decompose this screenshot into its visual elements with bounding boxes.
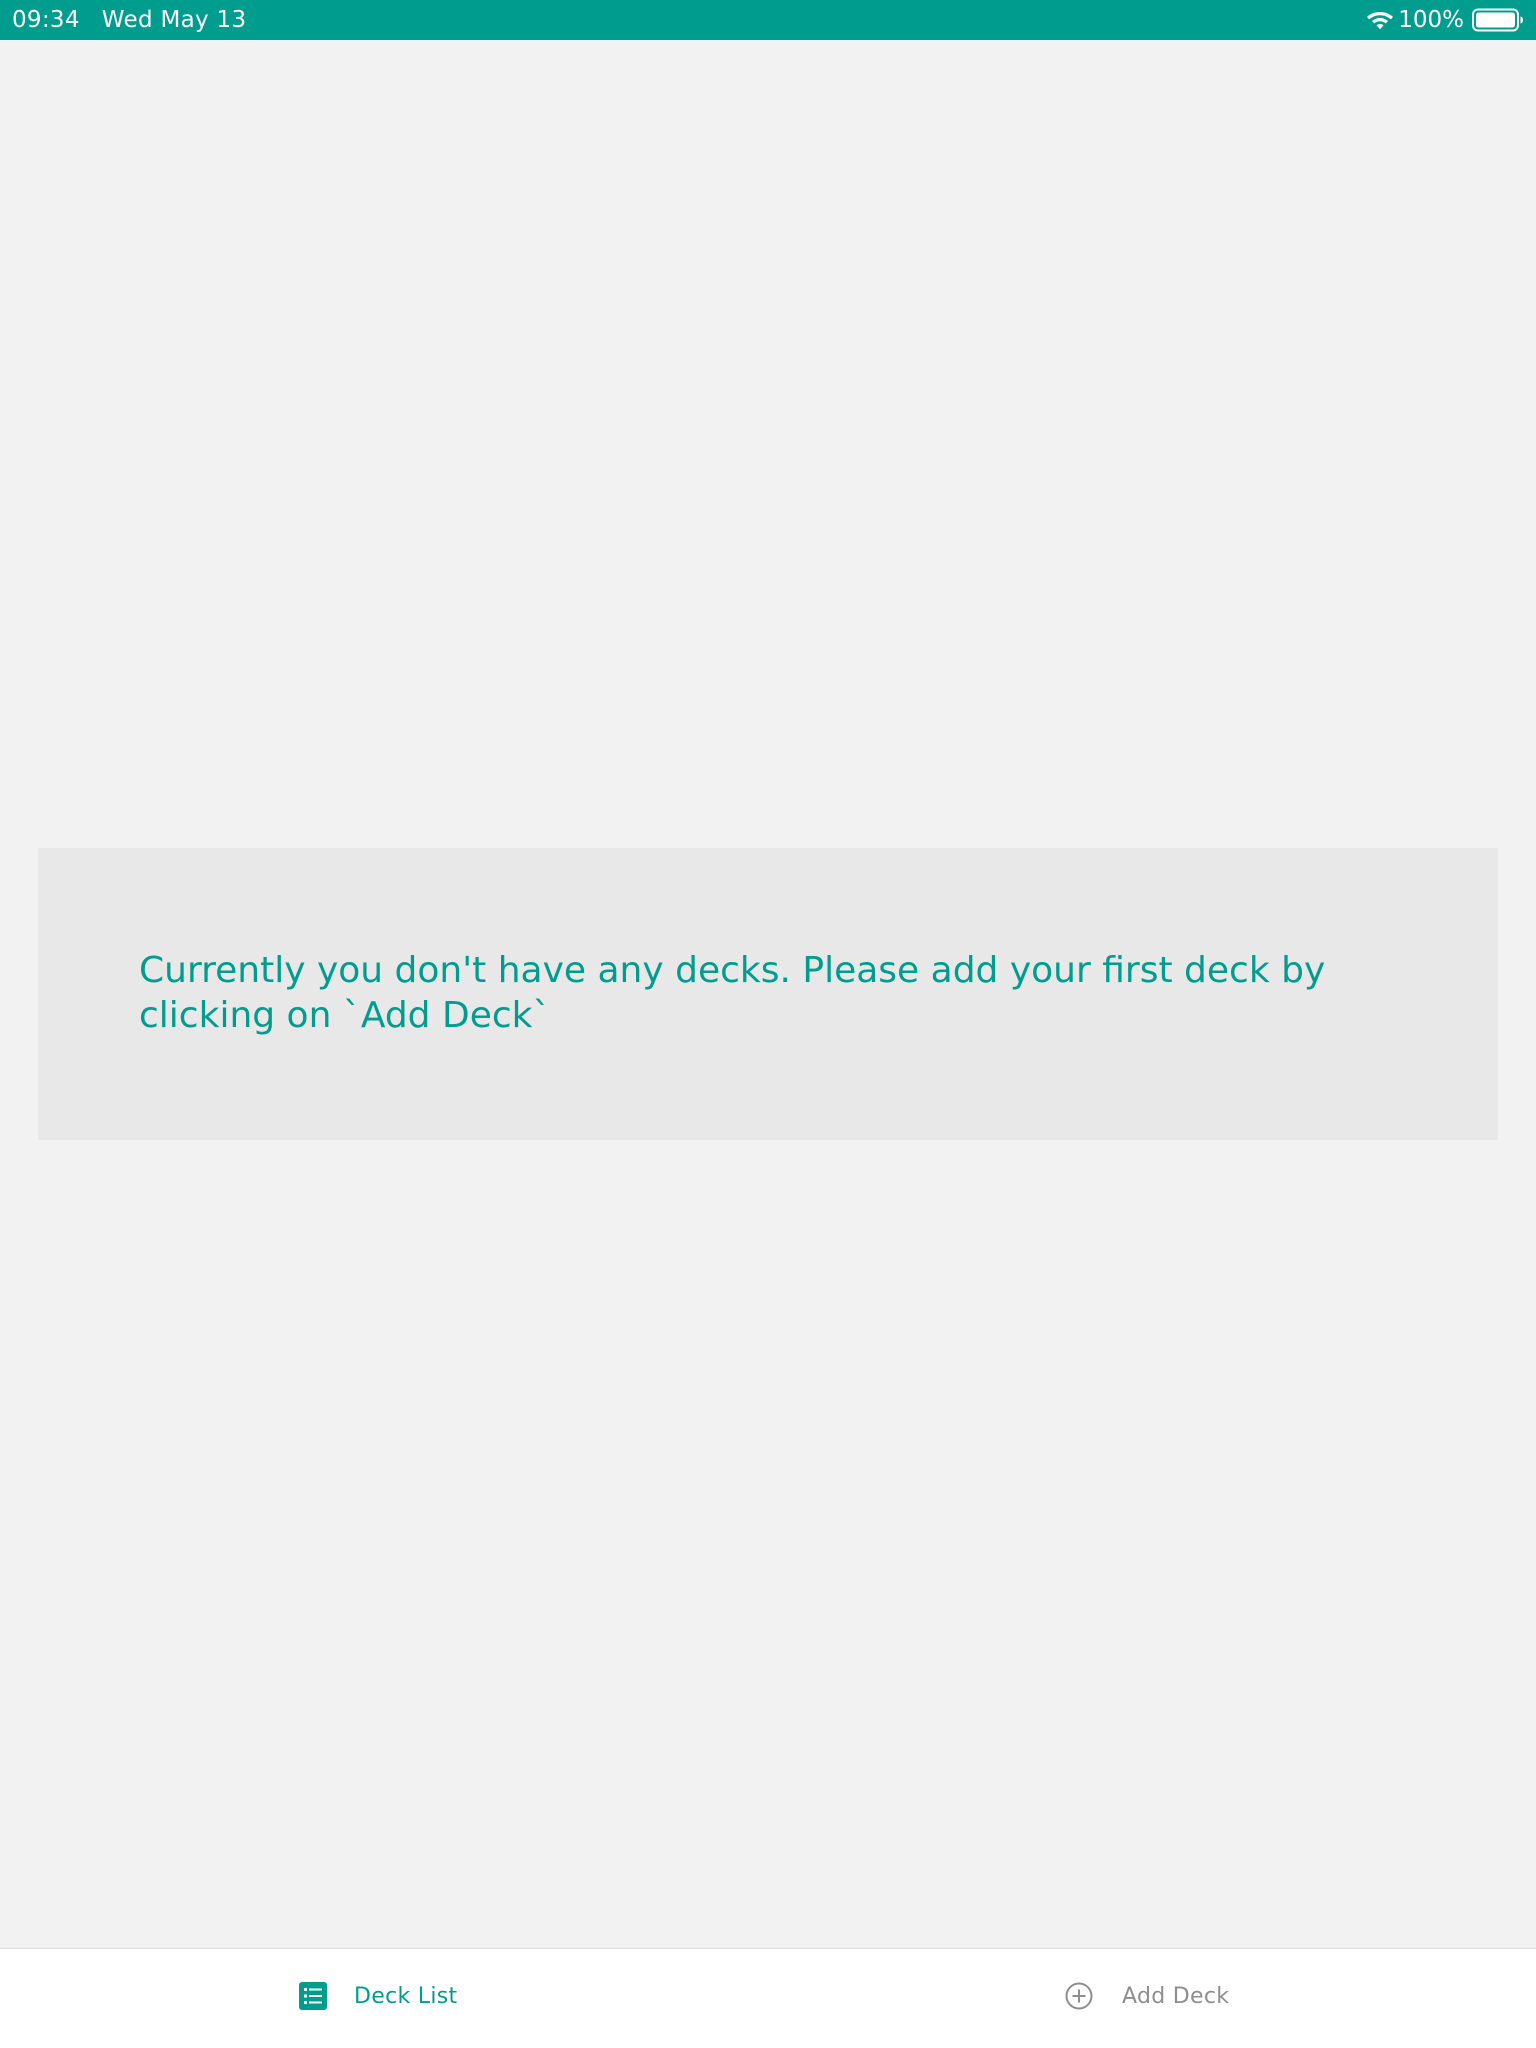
status-bar: 09:34 Wed May 13 100% — [0, 0, 1536, 40]
tab-add-deck[interactable]: Add Deck — [1064, 1979, 1229, 2013]
status-left: 09:34 Wed May 13 — [12, 0, 246, 40]
battery-full-icon — [1472, 8, 1523, 32]
tab-add-deck-label: Add Deck — [1122, 1983, 1230, 2009]
list-icon — [299, 1982, 327, 2010]
empty-state-message: Currently you don't have any decks. Plea… — [139, 950, 1326, 1036]
status-right: 100% — [1366, 0, 1524, 40]
empty-state-card: Currently you don't have any decks. Plea… — [38, 848, 1498, 1140]
plus-circle-icon — [1065, 1982, 1093, 2010]
wifi-icon — [1367, 12, 1394, 30]
tab-deck-list-label: Deck List — [354, 1983, 458, 2009]
tab-deck-list[interactable]: Deck List — [298, 1979, 457, 2013]
deck-list-screen: Currently you don't have any decks. Plea… — [0, 40, 1536, 1948]
battery-percent: 100% — [1398, 7, 1464, 33]
status-date: Wed May 13 — [101, 7, 247, 33]
status-time: 09:34 — [12, 7, 80, 33]
tab-bar: Deck List Add Deck — [0, 1948, 1536, 2048]
